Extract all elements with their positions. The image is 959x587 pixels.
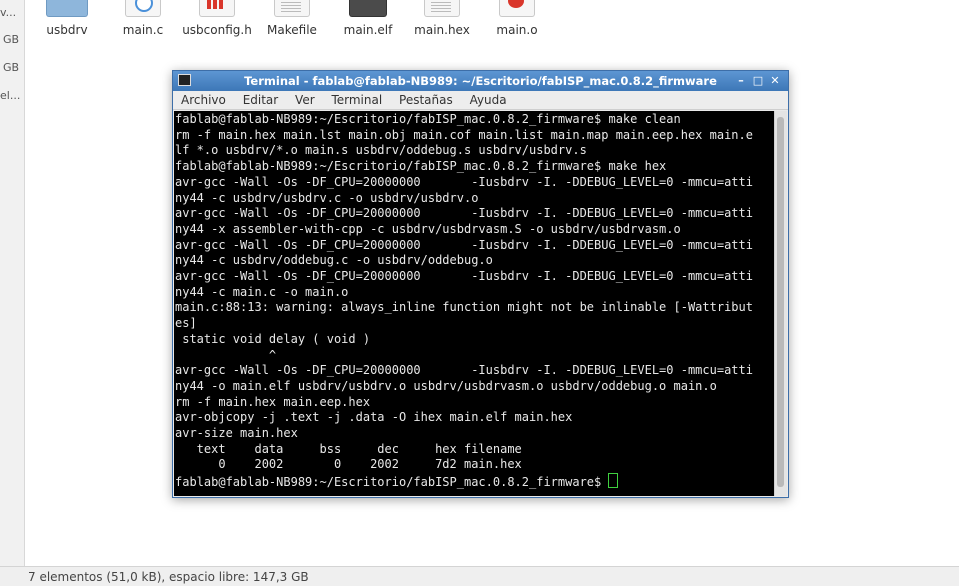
output-line: ny44 -c usbdrv/usbdrv.c -o usbdrv/usbdrv… <box>175 190 479 205</box>
terminal-scrollbar[interactable] <box>774 111 787 496</box>
output-line: avr-size main.hex <box>175 426 298 441</box>
sidebar-item[interactable]: GB <box>3 33 19 46</box>
file-name: main.elf <box>343 23 393 37</box>
menu-pestanas[interactable]: Pestañas <box>399 91 453 109</box>
sidebar-item[interactable]: v... <box>0 6 16 19</box>
file-name: main.hex <box>414 23 470 37</box>
menu-archivo[interactable]: Archivo <box>181 91 226 109</box>
output-line: 0 2002 0 2002 7d2 main.hex <box>175 457 522 472</box>
file-item-main-o[interactable]: main.o <box>477 0 557 37</box>
output-line: ^ <box>175 347 277 362</box>
executable-icon <box>349 0 387 17</box>
output-line: rm -f main.hex main.eep.hex <box>175 394 371 409</box>
prompt-line[interactable]: fablab@fablab-NB989:~/Escritorio/fabISP_… <box>175 473 776 491</box>
output-line: static void delay ( void ) <box>175 331 371 346</box>
output-line: avr-gcc -Wall -Os -DF_CPU=20000000 -Iusb… <box>175 363 753 378</box>
scrollbar-thumb[interactable] <box>777 117 784 487</box>
menu-editar[interactable]: Editar <box>243 91 279 109</box>
file-item-main-hex[interactable]: main.hex <box>402 0 482 37</box>
c-source-icon <box>125 0 161 17</box>
shell-prompt: fablab@fablab-NB989:~/Escritorio/fabISP_… <box>175 475 609 490</box>
maximize-button[interactable]: □ <box>751 71 765 91</box>
places-sidebar: v... GB GB el... <box>0 0 25 566</box>
sidebar-item[interactable]: el... <box>0 89 20 102</box>
object-file-icon <box>499 0 535 17</box>
folder-icon <box>46 0 88 17</box>
output-line: avr-gcc -Wall -Os -DF_CPU=20000000 -Iusb… <box>175 237 753 252</box>
menu-bar: Archivo Editar Ver Terminal Pestañas Ayu… <box>173 91 788 110</box>
output-line: avr-gcc -Wall -Os -DF_CPU=20000000 -Iusb… <box>175 174 753 189</box>
file-name: main.c <box>122 23 164 37</box>
output-line: avr-gcc -Wall -Os -DF_CPU=20000000 -Iusb… <box>175 206 753 221</box>
header-file-icon <box>199 0 235 17</box>
window-title: Terminal - fablab@fablab-NB989: ~/Escrit… <box>244 74 717 88</box>
sidebar-item[interactable]: GB <box>3 61 19 74</box>
output-line: fablab@fablab-NB989:~/Escritorio/fabISP_… <box>175 159 667 174</box>
output-line: fablab@fablab-NB989:~/Escritorio/fabISP_… <box>175 112 681 126</box>
output-line: ny44 -x assembler-with-cpp -c usbdrv/usb… <box>175 221 681 236</box>
output-line: main.c:88:13: warning: always_inline fun… <box>175 300 753 315</box>
file-item-usbdrv[interactable]: usbdrv <box>27 0 107 37</box>
file-item-main-elf[interactable]: main.elf <box>328 0 408 37</box>
output-line: text data bss dec hex filename <box>175 441 522 456</box>
output-line: rm -f main.hex main.lst main.obj main.co… <box>175 127 753 142</box>
close-button[interactable]: ✕ <box>768 71 782 91</box>
file-name: main.o <box>496 23 538 37</box>
output-line: es] <box>175 316 197 331</box>
file-name: usbconfig.h <box>182 23 252 37</box>
menu-terminal[interactable]: Terminal <box>331 91 382 109</box>
output-line: ny44 -c main.c -o main.o <box>175 284 349 299</box>
file-item-makefile[interactable]: Makefile <box>252 0 332 37</box>
terminal-window[interactable]: Terminal - fablab@fablab-NB989: ~/Escrit… <box>172 70 789 498</box>
text-file-icon <box>424 0 460 17</box>
file-item-usbconfig-h[interactable]: usbconfig.h <box>177 0 257 37</box>
file-item-main-c[interactable]: main.c <box>103 0 183 37</box>
terminal-output[interactable]: fablab@fablab-NB989:~/Escritorio/fabISP_… <box>174 111 776 496</box>
text-cursor <box>608 473 619 489</box>
output-line: ny44 -c usbdrv/oddebug.c -o usbdrv/oddeb… <box>175 253 493 268</box>
makefile-icon <box>274 0 310 17</box>
output-line: ny44 -o main.elf usbdrv/usbdrv.o usbdrv/… <box>175 378 717 393</box>
output-line: avr-gcc -Wall -Os -DF_CPU=20000000 -Iusb… <box>175 269 753 284</box>
output-line: lf *.o usbdrv/*.o main.s usbdrv/oddebug.… <box>175 143 587 158</box>
status-bar: 7 elementos (51,0 kB), espacio libre: 14… <box>0 566 959 586</box>
window-titlebar[interactable]: Terminal - fablab@fablab-NB989: ~/Escrit… <box>173 71 788 91</box>
menu-ayuda[interactable]: Ayuda <box>470 91 507 109</box>
output-line: avr-objcopy -j .text -j .data -O ihex ma… <box>175 410 573 425</box>
minimize-button[interactable]: – <box>734 71 748 91</box>
menu-ver[interactable]: Ver <box>295 91 315 109</box>
file-name: usbdrv <box>46 23 88 37</box>
file-name: Makefile <box>267 23 317 37</box>
